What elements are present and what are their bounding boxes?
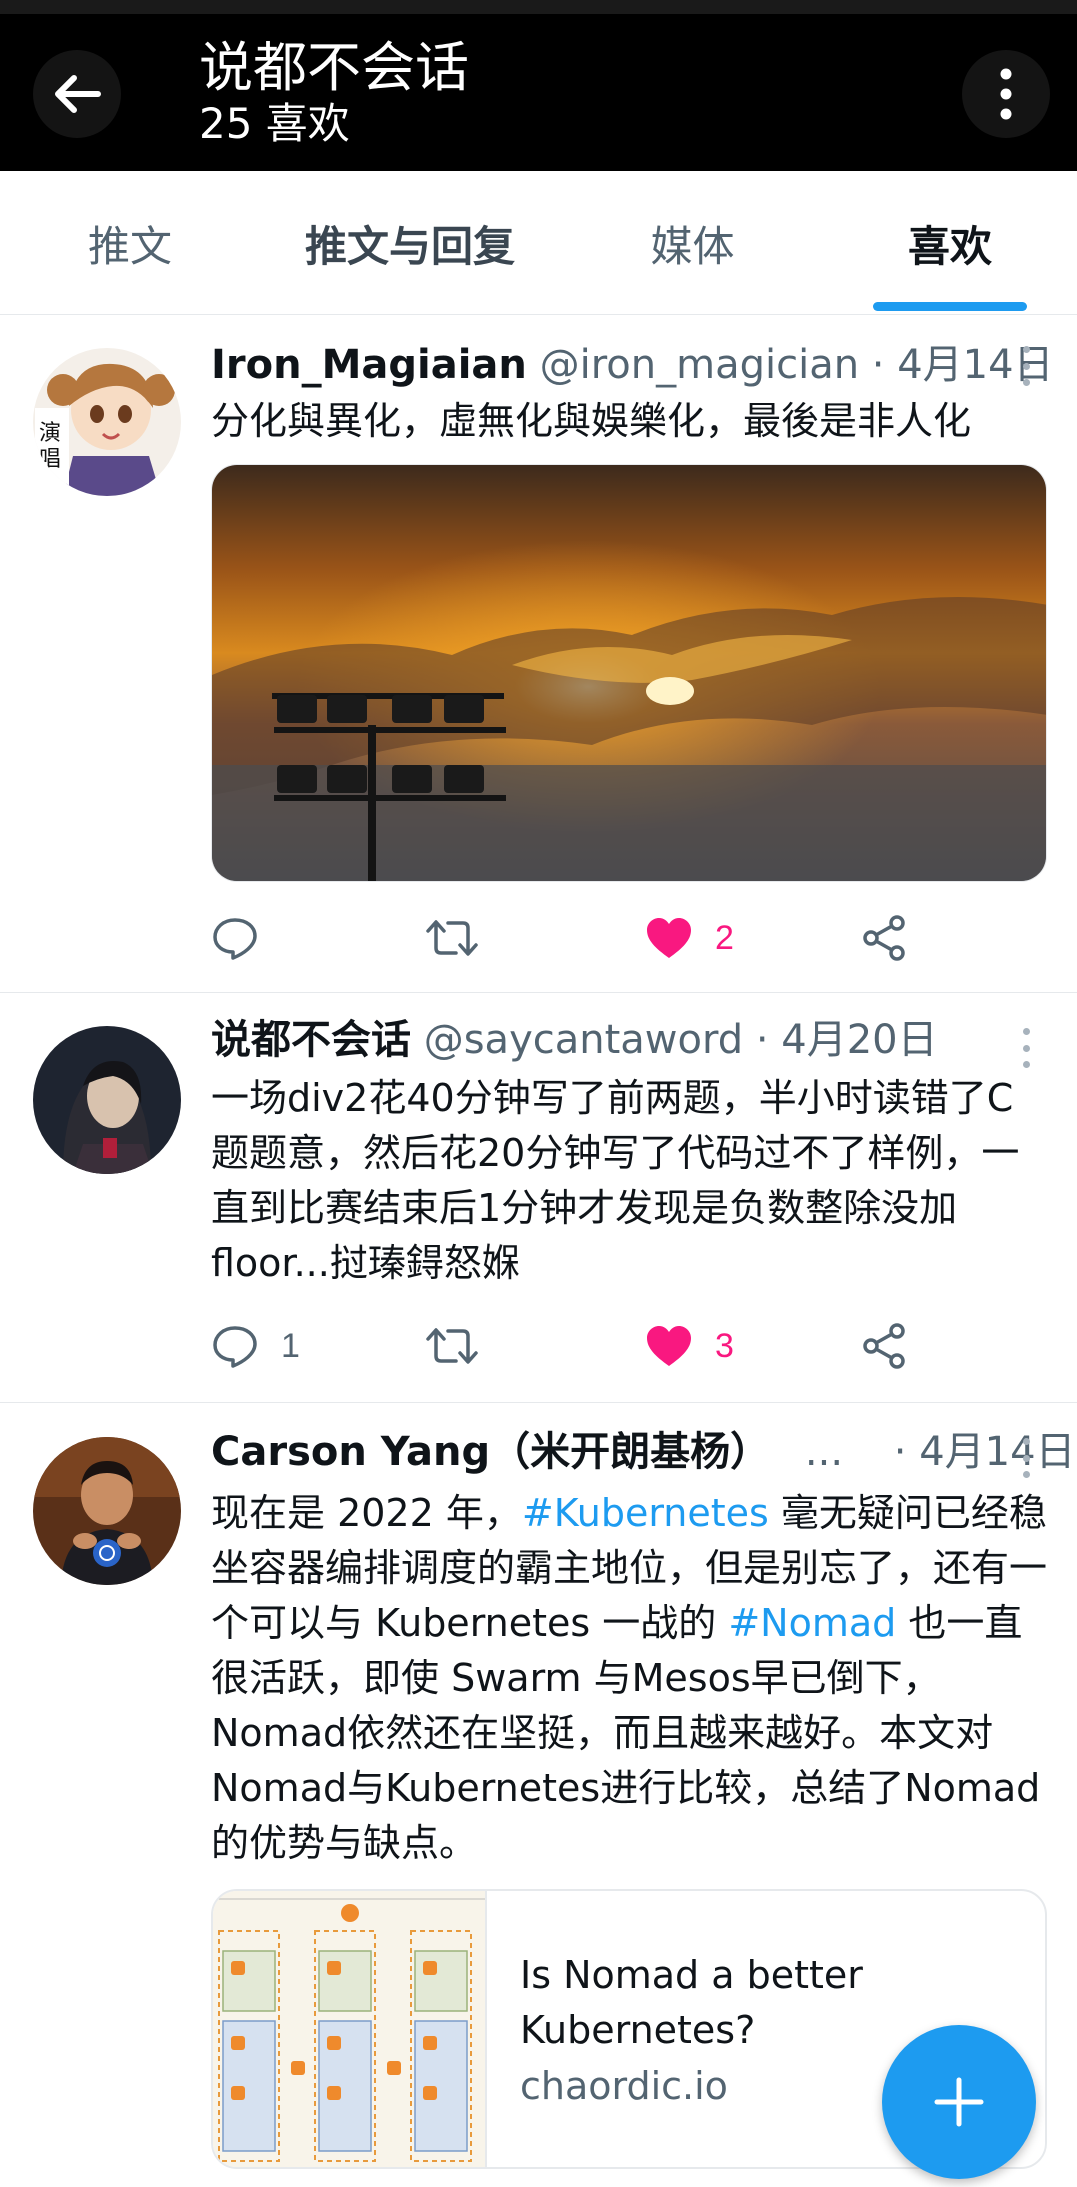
author-handle-date: @iron_magician · 4月14日 — [539, 342, 1054, 388]
share-button[interactable] — [861, 908, 909, 968]
profile-tabs: 推文 推文与回复 媒体 喜欢 — [0, 171, 1077, 315]
architecture-diagram-image — [213, 1891, 485, 2167]
avatar[interactable] — [33, 1437, 181, 1585]
tweet-menu-button[interactable] — [1016, 1438, 1036, 1478]
reply-icon — [213, 918, 257, 960]
portrait-avatar-image — [33, 1437, 181, 1585]
retweet-button[interactable] — [426, 1316, 478, 1376]
tweet-photo[interactable] — [211, 464, 1047, 882]
link-preview-title: Is Nomad a better Kubernetes? — [520, 1953, 863, 2052]
arrow-left-icon — [55, 75, 101, 113]
like-button[interactable]: 3 — [645, 1316, 734, 1376]
status-bar — [0, 0, 1077, 14]
share-button[interactable] — [861, 1316, 909, 1376]
more-vertical-icon — [1000, 68, 1012, 120]
portrait-avatar-image — [33, 1026, 181, 1174]
plus-icon — [934, 2077, 984, 2127]
svg-text:演: 演 — [39, 421, 61, 446]
tweet-text: 一场div2花40分钟写了前两题，半小时读错了C题题意，然后花20分钟写了代码过… — [211, 1076, 1020, 1285]
author-name[interactable]: Iron_Magiaian — [211, 342, 527, 388]
author-date: · 4月14日 — [893, 1429, 1076, 1475]
active-tab-indicator — [873, 302, 1027, 311]
tweet-actions: 1 3 — [211, 1316, 951, 1376]
share-icon — [863, 1323, 905, 1369]
avatar[interactable] — [33, 1026, 181, 1174]
tweet-header: Carson Yang（米开朗基杨） ... · 4月14日 — [211, 1427, 1076, 1477]
anime-avatar-image: 演 唱 — [33, 348, 181, 496]
sunset-photo — [212, 465, 1046, 881]
reply-count: 1 — [281, 1326, 300, 1365]
tweet-text: 分化與異化，虛無化與娛樂化，最後是非人化 — [211, 399, 972, 443]
author-name[interactable]: 说都不会话 — [211, 1017, 411, 1063]
tab-tweets-replies[interactable]: 推文与回复 — [290, 171, 530, 315]
share-icon — [863, 915, 905, 961]
back-button[interactable] — [33, 50, 121, 138]
retweet-button[interactable] — [426, 908, 478, 968]
like-count: 2 — [715, 918, 734, 957]
reply-icon — [213, 1326, 257, 1368]
tweet-header: 说都不会话 @saycantaword · 4月20日 — [211, 1015, 938, 1065]
like-button[interactable]: 2 — [645, 908, 734, 968]
retweet-icon — [426, 920, 478, 956]
tab-tweets[interactable]: 推文 — [60, 171, 200, 315]
retweet-icon — [426, 1328, 478, 1364]
tweet-menu-button[interactable] — [1016, 346, 1036, 386]
more-options-button[interactable] — [962, 50, 1050, 138]
link-preview-thumbnail — [213, 1891, 487, 2167]
heart-icon — [647, 918, 691, 958]
tab-media[interactable]: 媒体 — [630, 171, 755, 315]
heart-icon — [647, 1326, 691, 1366]
tweet-card[interactable]: 说都不会话 @saycantaword · 4月20日 一场div2花40分钟写… — [0, 993, 1077, 1403]
link-preview-domain: chaordic.io — [520, 2064, 728, 2108]
tweet-header: Iron_Magiaian @iron_magician · 4月14日 — [211, 340, 1054, 390]
likes-count: 25 喜欢 — [199, 99, 350, 148]
avatar[interactable]: 演 唱 — [33, 348, 181, 496]
tweet-menu-button[interactable] — [1016, 1028, 1036, 1068]
like-count: 3 — [715, 1326, 734, 1365]
author-handle-date: @saycantaword · 4月20日 — [423, 1017, 938, 1063]
compose-tweet-button[interactable] — [882, 2025, 1036, 2179]
tweet-text: 现在是 2022 年，#Kubernetes 毫无疑问已经稳坐容器编排调度的霸主… — [211, 1491, 1048, 1865]
tab-likes[interactable]: 喜欢 — [873, 171, 1027, 315]
tweet-card[interactable]: 演 唱 Iron_Magiaian @iron_magician · 4月14日… — [0, 316, 1077, 993]
top-app-bar: 说都不会话 25 喜欢 — [0, 0, 1077, 171]
reply-button[interactable] — [211, 908, 259, 968]
author-name[interactable]: Carson Yang（米开朗基杨） — [211, 1429, 770, 1475]
tweet-actions: 2 — [211, 908, 951, 968]
reply-button[interactable]: 1 — [211, 1316, 300, 1376]
profile-title: 说都不会话 — [199, 36, 469, 99]
svg-text:唱: 唱 — [39, 447, 61, 472]
hashtag-link[interactable]: #Nomad — [728, 1601, 896, 1645]
hashtag-link[interactable]: #Kubernetes — [522, 1491, 769, 1535]
name-truncation: ... — [804, 1429, 844, 1475]
